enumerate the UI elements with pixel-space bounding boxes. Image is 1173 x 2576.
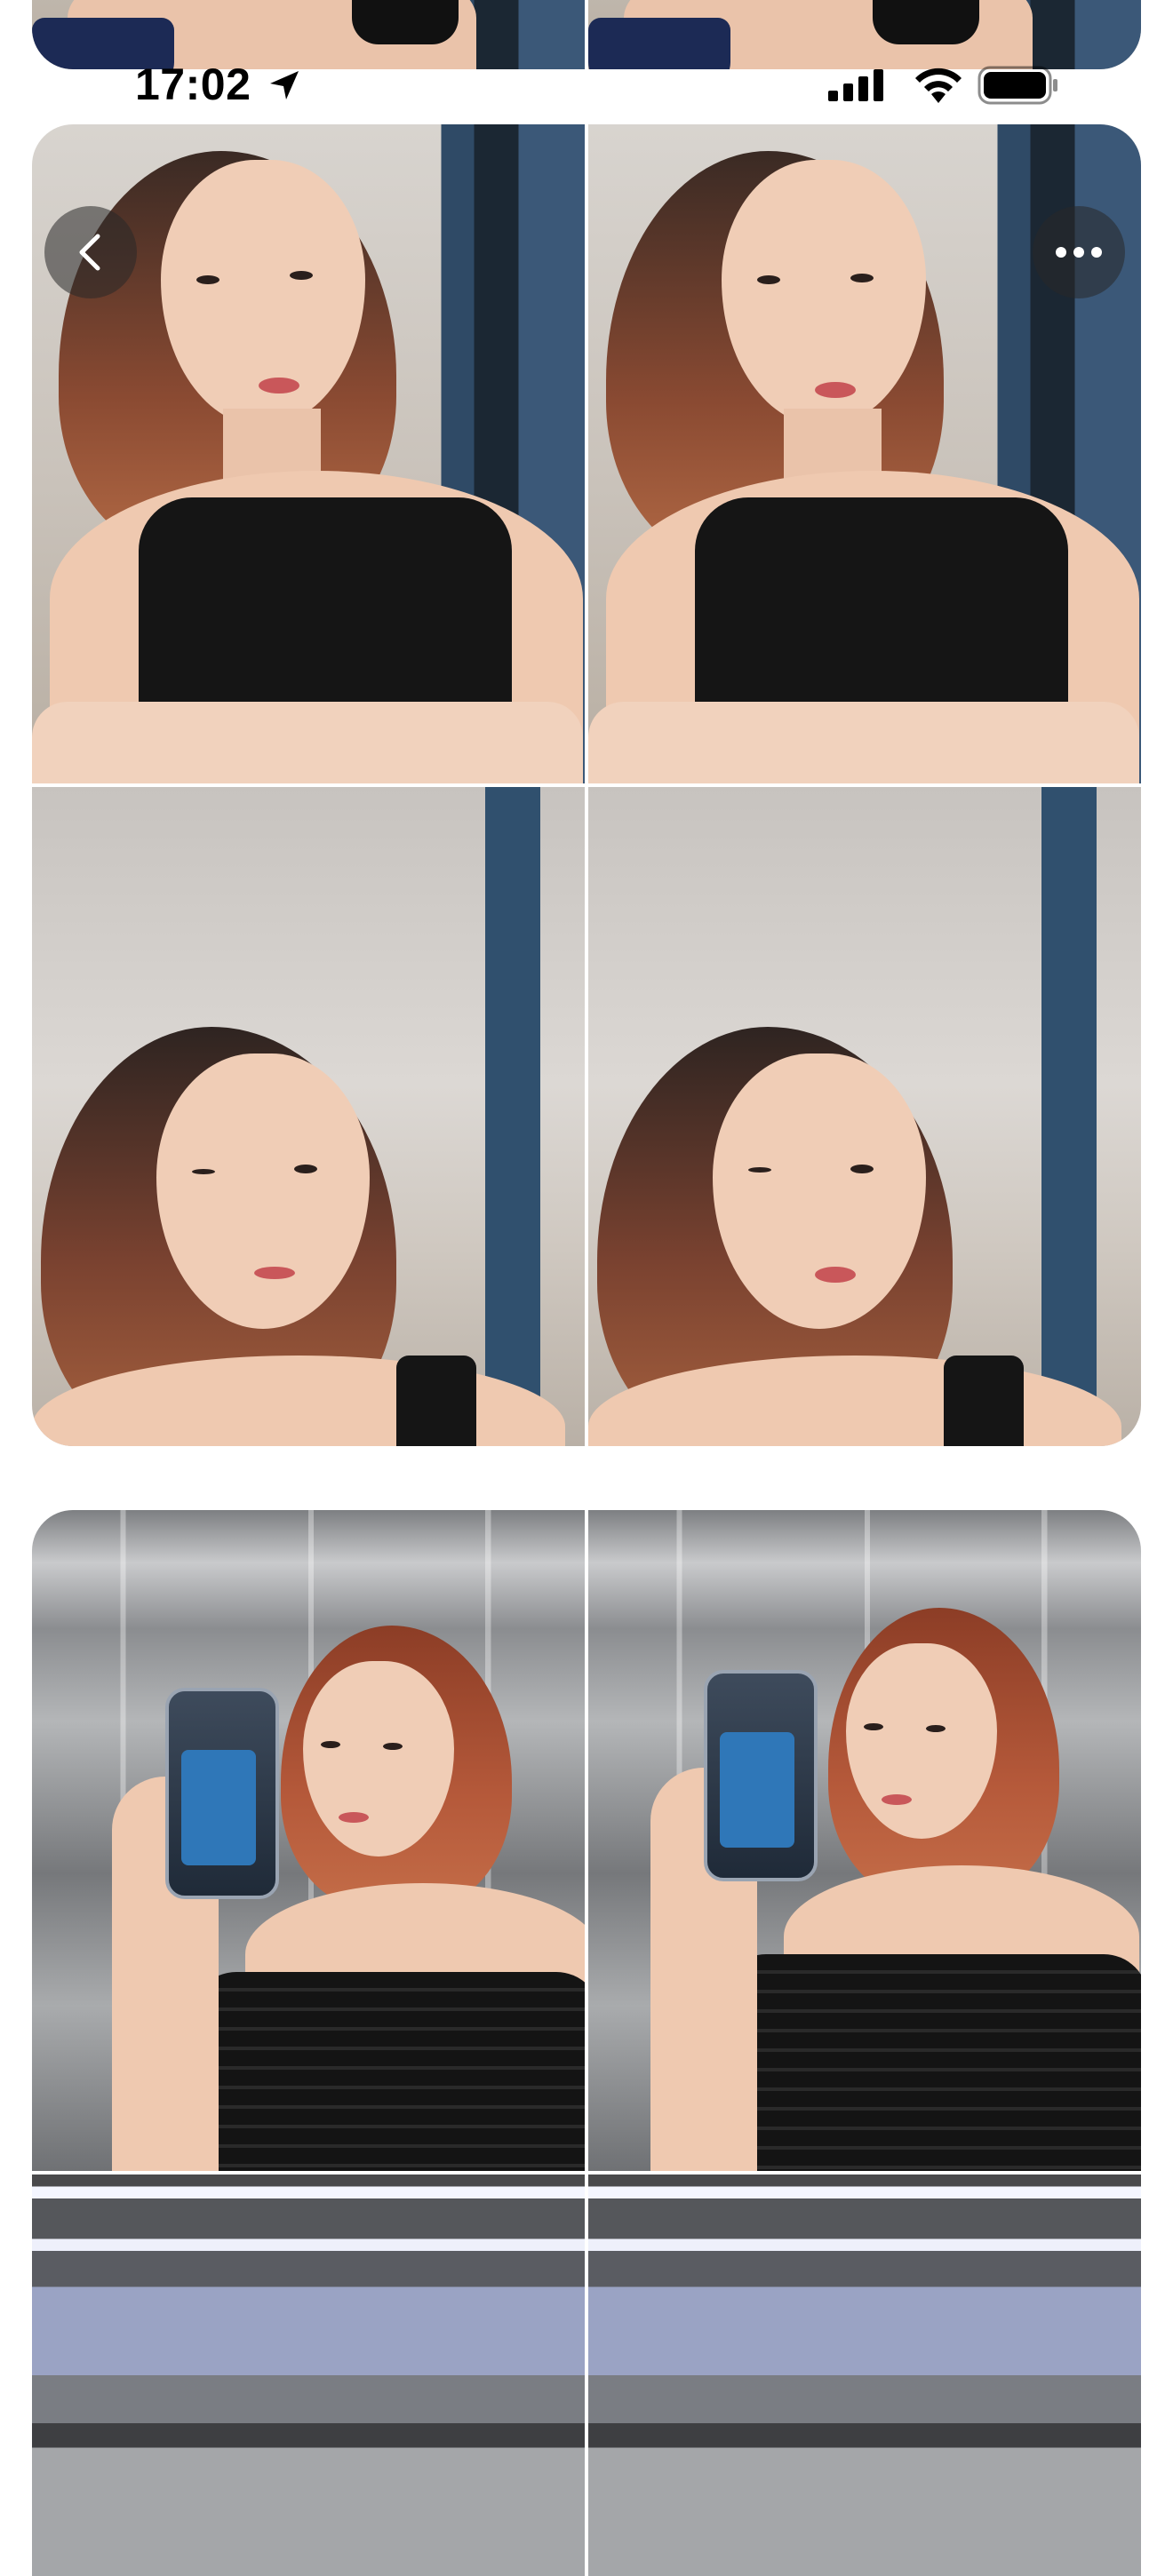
status-time: 17:02 xyxy=(135,60,251,109)
photo-figure xyxy=(926,1725,946,1732)
photo-collage-selfies[interactable] xyxy=(32,124,1141,1446)
battery-icon xyxy=(978,66,1057,105)
photo-figure xyxy=(196,275,219,284)
status-bar: 17:02 xyxy=(0,53,1173,117)
phone-in-hand xyxy=(352,0,459,44)
wifi-icon xyxy=(915,68,962,103)
photo-figure xyxy=(254,1267,295,1279)
collage-photo[interactable] xyxy=(32,787,585,1446)
photo-figure xyxy=(259,378,299,394)
location-arrow-icon xyxy=(270,71,299,99)
photo-figure xyxy=(864,1723,883,1730)
photo-figure xyxy=(815,1267,856,1283)
cellular-signal-icon xyxy=(828,69,883,101)
photo-figure xyxy=(192,1169,215,1174)
photo-figure xyxy=(396,1356,476,1446)
photo-figure xyxy=(294,1165,317,1173)
photo-figure xyxy=(383,1743,403,1750)
photo-figure xyxy=(588,702,1139,783)
phone-in-hand xyxy=(873,0,979,44)
photo-figure xyxy=(722,1954,1141,2171)
phone-card xyxy=(181,1750,256,1865)
photo-figure xyxy=(748,1167,771,1173)
photo-figure xyxy=(32,702,583,783)
photo-figure xyxy=(321,1741,340,1748)
photo-figure xyxy=(192,1972,585,2171)
collage-photo[interactable] xyxy=(588,2174,1141,2576)
photo-collage-elevator[interactable] xyxy=(32,1510,1141,2576)
photo-figure xyxy=(850,274,874,282)
photo-figure xyxy=(339,1812,369,1823)
photo-figure xyxy=(757,275,780,284)
photo-figure xyxy=(882,1794,912,1805)
ellipsis-icon xyxy=(1056,247,1102,258)
chevron-left-icon xyxy=(79,234,100,271)
photo-figure xyxy=(850,1165,874,1173)
photo-figure xyxy=(944,1356,1024,1446)
photo-figure xyxy=(290,271,313,280)
photo-figure xyxy=(815,382,856,398)
collage-photo[interactable] xyxy=(588,1510,1141,2171)
collage-photo[interactable] xyxy=(32,2174,585,2576)
more-options-button[interactable] xyxy=(1033,206,1125,298)
collage-photo[interactable] xyxy=(588,787,1141,1446)
phone-card xyxy=(720,1732,794,1848)
collage-photo[interactable] xyxy=(32,1510,585,2171)
back-button[interactable] xyxy=(44,206,137,298)
